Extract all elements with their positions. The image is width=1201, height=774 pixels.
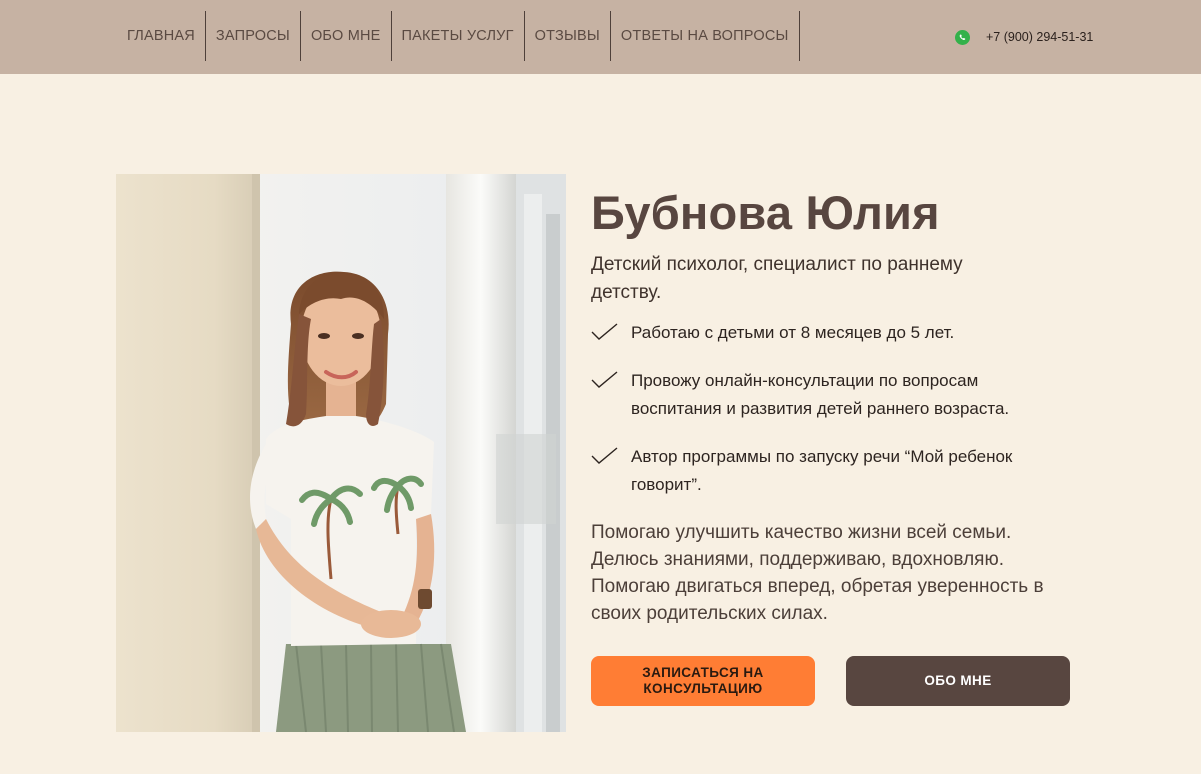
nav-item-requests[interactable]: ЗАПРОСЫ xyxy=(206,11,301,61)
nav-item-faq[interactable]: ОТВЕТЫ НА ВОПРОСЫ xyxy=(611,11,800,61)
main-nav: ГЛАВНАЯ ЗАПРОСЫ ОБО МНЕ ПАКЕТЫ УСЛУГ ОТЗ… xyxy=(116,11,800,61)
whatsapp-icon[interactable] xyxy=(955,29,970,45)
list-item: Провожу онлайн-консультации по вопросам … xyxy=(591,367,1061,423)
nav-item-reviews[interactable]: ОТЗЫВЫ xyxy=(525,11,611,61)
checkmark-icon xyxy=(591,323,618,340)
cta-buttons: ЗАПИСАТЬСЯ НА КОНСУЛЬТАЦИЮ ОБО МНЕ xyxy=(591,656,1070,706)
phone-contact[interactable]: +7 (900) 294-51-31 xyxy=(955,28,1093,46)
list-item-text: Провожу онлайн-консультации по вопросам … xyxy=(631,371,1010,418)
hero-content: Бубнова Юлия Детский психолог, специалис… xyxy=(591,185,1081,627)
top-navigation-bar: ГЛАВНАЯ ЗАПРОСЫ ОБО МНЕ ПАКЕТЫ УСЛУГ ОТЗ… xyxy=(0,0,1201,74)
feature-list: Работаю с детьми от 8 месяцев до 5 лет. … xyxy=(591,319,1081,499)
nav-item-service-packages[interactable]: ПАКЕТЫ УСЛУГ xyxy=(392,11,525,61)
phone-number[interactable]: +7 (900) 294-51-31 xyxy=(986,30,1093,44)
book-consultation-button[interactable]: ЗАПИСАТЬСЯ НА КОНСУЛЬТАЦИЮ xyxy=(591,656,815,706)
hero-subtitle: Детский психолог, специалист по раннему … xyxy=(591,254,963,303)
nav-item-home[interactable]: ГЛАВНАЯ xyxy=(116,11,206,61)
nav-item-about[interactable]: ОБО МНЕ xyxy=(301,11,392,61)
page-title: Бубнова Юлия xyxy=(591,186,940,239)
checkmark-icon xyxy=(591,371,618,388)
list-item: Автор программы по запуску речи “Мой реб… xyxy=(591,443,1061,499)
about-me-button[interactable]: ОБО МНЕ xyxy=(846,656,1070,706)
checkmark-icon xyxy=(591,447,618,464)
list-item: Работаю с детьми от 8 месяцев до 5 лет. xyxy=(591,319,1061,347)
hero-description: Помогаю улучшить качество жизни всей сем… xyxy=(591,522,1044,624)
portrait-photo xyxy=(116,174,566,732)
list-item-text: Автор программы по запуску речи “Мой реб… xyxy=(631,447,1013,494)
list-item-text: Работаю с детьми от 8 месяцев до 5 лет. xyxy=(631,323,955,342)
